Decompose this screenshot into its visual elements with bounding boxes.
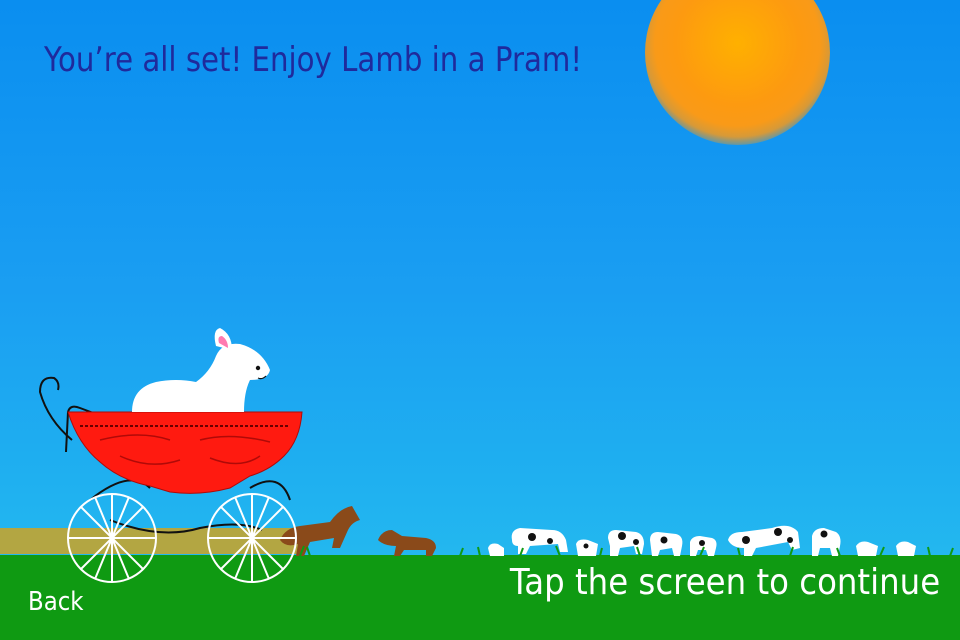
horse-icon (378, 530, 436, 556)
tap-to-continue-prompt[interactable]: Tap the screen to continue (510, 562, 940, 603)
back-button[interactable]: Back (28, 587, 84, 617)
farm-scene (0, 328, 954, 583)
cow-icon (650, 532, 683, 556)
lamb-icon (132, 328, 270, 412)
game-screen[interactable]: You’re all set! Enjoy Lamb in a Pram! Ta… (0, 0, 960, 640)
cow-icon (690, 536, 717, 556)
pram-wheel (67, 493, 157, 583)
pram-wheel (207, 493, 297, 583)
cow-icon (812, 528, 841, 556)
cow-icon (511, 528, 568, 554)
